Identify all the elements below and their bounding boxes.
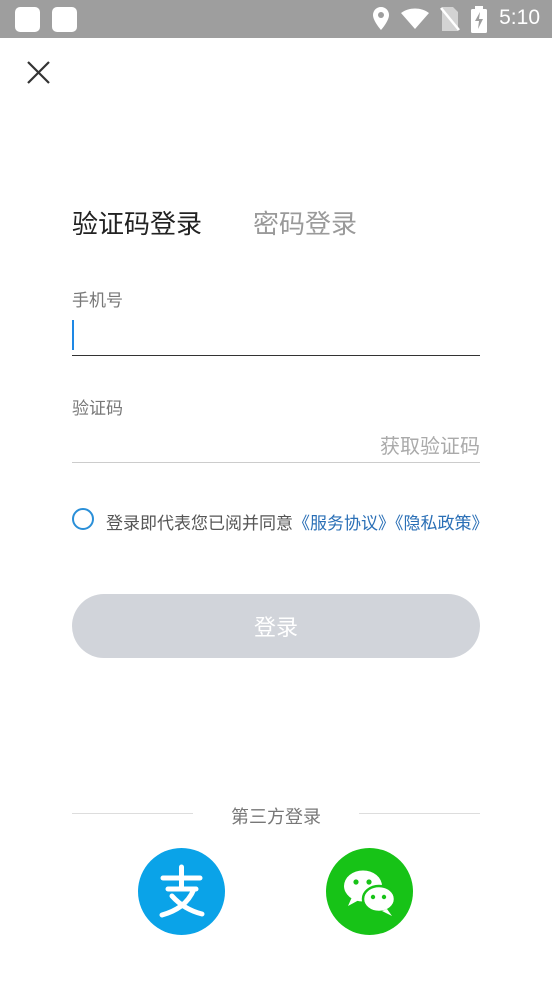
status-bar: 5:10 xyxy=(0,0,552,38)
agreement-prefix: 登录即代表您已阅并同意 xyxy=(106,514,293,534)
code-input[interactable] xyxy=(72,424,362,462)
notification-square-icon xyxy=(15,7,40,32)
agreement-text: 登录即代表您已阅并同意《服务协议》《隐私政策》 xyxy=(106,509,489,534)
tab-password-login[interactable]: 密码登录 xyxy=(253,204,357,241)
close-button[interactable] xyxy=(22,56,56,90)
code-label: 验证码 xyxy=(72,399,123,419)
location-icon xyxy=(373,7,389,30)
agree-checkbox[interactable] xyxy=(72,508,94,530)
service-agreement-link[interactable]: 《服务协议》 xyxy=(293,514,395,534)
close-icon xyxy=(27,61,50,84)
text-caret xyxy=(72,320,74,350)
tab-sms-code-login[interactable]: 验证码登录 xyxy=(72,204,202,241)
third-party-title: 第三方登录 xyxy=(231,807,321,828)
code-underline xyxy=(72,462,480,463)
no-sim-icon xyxy=(440,7,460,31)
get-code-button[interactable]: 获取验证码 xyxy=(380,430,480,459)
alipay-icon xyxy=(159,864,205,918)
status-time: 5:10 xyxy=(499,6,540,29)
login-button[interactable]: 登录 xyxy=(72,594,480,658)
phone-label: 手机号 xyxy=(72,291,123,311)
privacy-policy-link[interactable]: 《隐私政策》 xyxy=(395,514,489,534)
phone-input[interactable] xyxy=(72,318,480,356)
notification-square-icon xyxy=(52,7,77,32)
wechat-login-button[interactable] xyxy=(326,848,413,935)
battery-charging-icon xyxy=(471,6,487,33)
wifi-icon xyxy=(401,8,429,29)
alipay-login-button[interactable] xyxy=(138,848,225,935)
wechat-icon xyxy=(344,870,397,916)
